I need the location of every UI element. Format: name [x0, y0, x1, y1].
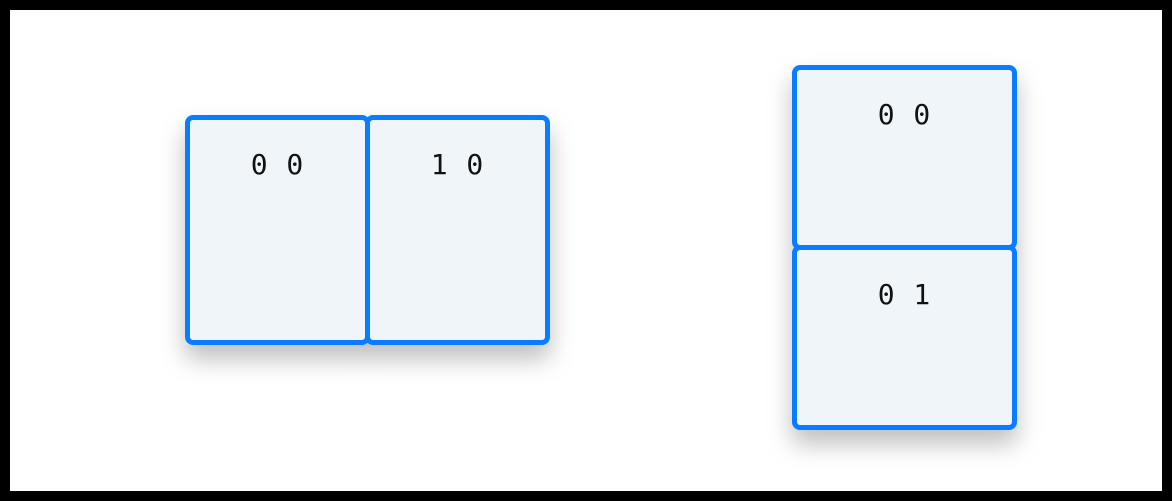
grid-coord-card: 0 1: [792, 245, 1017, 430]
diagram-canvas: 0 0 1 0 0 0 0 1: [10, 10, 1162, 491]
grid-coord-card: 0 0: [792, 65, 1017, 250]
card-label: 0 1: [878, 278, 932, 311]
grid-coord-card: 1 0: [365, 115, 550, 345]
card-group-vertical: 0 0 0 1: [792, 65, 1017, 430]
card-group-horizontal: 0 0 1 0: [185, 115, 550, 345]
grid-coord-card: 0 0: [185, 115, 370, 345]
card-label: 0 0: [251, 148, 305, 181]
card-label: 1 0: [431, 148, 485, 181]
card-label: 0 0: [878, 98, 932, 131]
